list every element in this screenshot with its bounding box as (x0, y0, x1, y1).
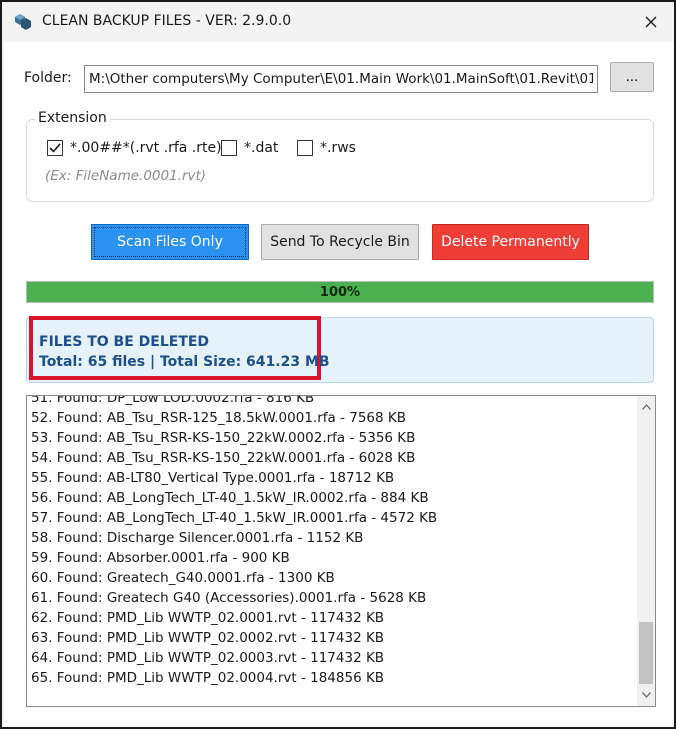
browse-folder-button[interactable]: ... (610, 62, 654, 92)
checkbox-dat[interactable]: *.dat (221, 140, 278, 156)
summary-totals: Total: 65 files | Total Size: 641.23 MB (39, 354, 330, 370)
log-line: 55. Found: AB-LT80_Vertical Type.0001.rf… (31, 470, 395, 486)
app-logo-icon (14, 13, 32, 31)
vertical-scrollbar[interactable] (637, 396, 655, 706)
log-line: 54. Found: AB_Tsu_RSR-KS-150_22kW.0001.r… (31, 450, 416, 466)
checkbox-rvt-rfa-rte[interactable]: *.00##*(.rvt .rfa .rte) (47, 140, 222, 156)
window-title: CLEAN BACKUP FILES - VER: 2.9.0.0 (42, 13, 292, 29)
scan-files-button[interactable]: Scan Files Only (91, 224, 249, 260)
log-line: 53. Found: AB_Tsu_RSR-KS-150_22kW.0002.r… (31, 430, 416, 446)
results-log[interactable]: 51. Found: DP_Low LOD.0002.rfa - 816 KB 5… (26, 395, 656, 707)
extension-group: Extension *.00##*(.rvt .rfa .rte) *.dat … (26, 110, 654, 202)
scroll-down-button[interactable] (637, 686, 655, 704)
app-window: CLEAN BACKUP FILES - VER: 2.9.0.0 Folder… (0, 0, 676, 729)
extension-legend: Extension (35, 110, 110, 126)
recycle-bin-button[interactable]: Send To Recycle Bin (261, 224, 419, 260)
checkbox-rws[interactable]: *.rws (297, 140, 356, 156)
log-line: 59. Found: Absorber.0001.rfa - 900 KB (31, 550, 290, 566)
scroll-thumb[interactable] (639, 622, 653, 684)
extension-hint: (Ex: FileName.0001.rvt) (45, 168, 207, 184)
summary-panel: FILES TO BE DELETED Total: 65 files | To… (26, 316, 654, 383)
log-line: 52. Found: AB_Tsu_RSR-125_18.5kW.0001.rf… (31, 410, 407, 426)
close-icon (645, 16, 657, 28)
checkbox-box[interactable] (47, 140, 63, 156)
checkbox-label: *.00##*(.rvt .rfa .rte) (70, 140, 222, 156)
log-list: 51. Found: DP_Low LOD.0002.rfa - 816 KB 5… (31, 395, 631, 688)
folder-path-input[interactable] (84, 65, 598, 93)
close-button[interactable] (628, 2, 674, 42)
checkbox-label: *.rws (320, 140, 356, 156)
chevron-down-icon (641, 692, 651, 698)
progress-text: 100% (319, 284, 361, 300)
scroll-up-button[interactable] (637, 398, 655, 416)
progress-bar: 100% (26, 281, 654, 303)
checkbox-label: *.dat (244, 140, 279, 156)
log-line: 56. Found: AB_LongTech_LT-40_1.5kW_IR.00… (31, 490, 429, 506)
log-line: 61. Found: Greatech G40 (Accessories).00… (31, 590, 427, 606)
log-line: 60. Found: Greatech_G40.0001.rfa - 1300 … (31, 570, 335, 586)
log-line: 63. Found: PMD_Lib WWTP_02.0002.rvt - 11… (31, 630, 385, 646)
summary-title: FILES TO BE DELETED (39, 334, 210, 350)
checkbox-box[interactable] (297, 140, 313, 156)
log-line: 57. Found: AB_LongTech_LT-40_1.5kW_IR.00… (31, 510, 438, 526)
chevron-up-icon (641, 404, 651, 410)
log-line: 58. Found: Discharge Silencer.0001.rfa -… (31, 530, 364, 546)
checkmark-icon (49, 143, 61, 153)
log-line: 64. Found: PMD_Lib WWTP_02.0003.rvt - 11… (31, 650, 385, 666)
log-line: 51. Found: DP_Low LOD.0002.rfa - 816 KB (31, 395, 315, 406)
log-line: 62. Found: PMD_Lib WWTP_02.0001.rvt - 11… (31, 610, 385, 626)
log-line: 65. Found: PMD_Lib WWTP_02.0004.rvt - 18… (31, 670, 385, 686)
client-area: Folder: ... Extension *.00##*(.rvt .rfa … (4, 42, 674, 727)
folder-label: Folder: (24, 70, 72, 86)
delete-permanently-button[interactable]: Delete Permanently (432, 224, 589, 260)
checkbox-box[interactable] (221, 140, 237, 156)
title-bar[interactable]: CLEAN BACKUP FILES - VER: 2.9.0.0 (2, 2, 674, 42)
